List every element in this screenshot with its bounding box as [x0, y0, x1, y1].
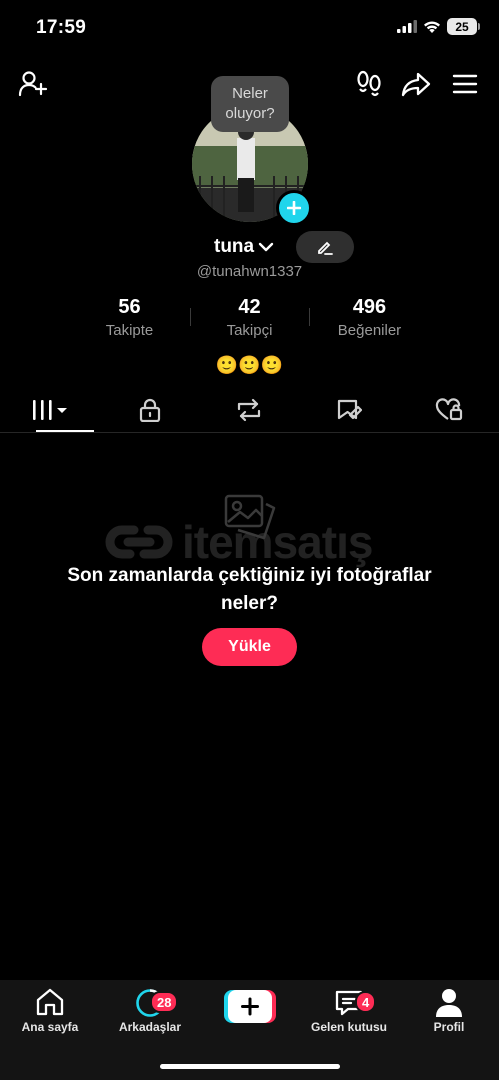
chevron-down-icon: [258, 242, 274, 252]
share-profile-button[interactable]: [399, 68, 433, 100]
tab-favorites[interactable]: [299, 388, 399, 432]
tab-liked[interactable]: [399, 388, 499, 432]
watermark-logo: [105, 525, 173, 559]
add-story-button[interactable]: [276, 190, 312, 226]
nav-label: Gelen kutusu: [310, 1020, 387, 1034]
plus-icon: [287, 201, 301, 215]
hamburger-menu-icon: [452, 74, 478, 94]
status-indicators: 25: [397, 18, 480, 35]
photos-icon: [224, 494, 276, 540]
edit-profile-button[interactable]: [296, 231, 354, 263]
tab-reposts[interactable]: [200, 388, 300, 432]
user-handle: @tunahwn1337: [196, 263, 303, 280]
content-tabs: [0, 388, 499, 433]
story-bubble[interactable]: Neler oluyor?: [211, 76, 289, 132]
create-button[interactable]: [224, 990, 276, 1023]
username-switcher[interactable]: tuna: [214, 236, 274, 258]
signal-icon: [397, 20, 417, 33]
nav-friends[interactable]: Arkadaşlar 28: [105, 988, 195, 1034]
grid-videos-icon: [32, 400, 67, 420]
liked-heart-icon: [435, 398, 463, 421]
nav-profile[interactable]: Profil: [404, 988, 494, 1034]
empty-state-title: Son zamanlarda çektiğiniz iyi fotoğrafla…: [67, 565, 432, 614]
stat-label: Takipte: [105, 322, 154, 339]
repost-icon: [238, 398, 261, 422]
pencil-icon: [318, 241, 333, 255]
stat-label: Takipçi: [226, 322, 273, 339]
username: tuna: [214, 236, 255, 257]
add-user-icon: [18, 71, 48, 97]
profile-person-icon: [436, 989, 462, 1017]
nav-home[interactable]: Ana sayfa: [5, 988, 95, 1034]
stat-followers[interactable]: 42 Takipçi: [189, 296, 310, 339]
upload-button[interactable]: Yükle: [202, 628, 297, 666]
tab-videos[interactable]: [0, 388, 100, 432]
profile-views-button[interactable]: [352, 68, 386, 100]
stat-value: 56: [118, 296, 141, 318]
stat-following[interactable]: 56 Takipte: [70, 296, 190, 339]
nav-label: Profil: [433, 1020, 465, 1034]
home-icon: [36, 988, 64, 1016]
stat-label: Beğeniler: [337, 322, 402, 339]
watermark-text: itemsatış: [182, 516, 373, 568]
nav-label: Arkadaşlar: [118, 1020, 182, 1034]
stat-likes[interactable]: 496 Beğeniler: [310, 296, 430, 339]
menu-button[interactable]: [448, 68, 482, 100]
inbox-badge: 4: [355, 991, 377, 1013]
tab-private[interactable]: [100, 388, 200, 432]
battery-indicator: 25: [447, 18, 480, 35]
share-arrow-icon: [401, 72, 431, 97]
create-plus-icon: [224, 990, 276, 1023]
profile-stats: 56 Takipte 42 Takipçi 496 Beğeniler: [0, 296, 499, 339]
friends-badge: 28: [150, 991, 179, 1013]
stat-value: 42: [238, 296, 261, 318]
profile-bio: 🙂🙂🙂: [215, 355, 284, 375]
wifi-icon: [424, 21, 440, 33]
add-friend-button[interactable]: [16, 68, 50, 100]
status-time: 17:59: [36, 17, 87, 38]
stat-divider: [189, 308, 191, 326]
home-indicator[interactable]: [160, 1064, 340, 1069]
bookmark-tag-icon: [338, 399, 363, 420]
footprints-icon: [357, 70, 381, 97]
lock-icon: [139, 398, 160, 422]
nav-inbox[interactable]: Gelen kutusu 4: [304, 988, 394, 1034]
nav-label: Ana sayfa: [21, 1020, 79, 1034]
stat-value: 496: [352, 296, 387, 318]
